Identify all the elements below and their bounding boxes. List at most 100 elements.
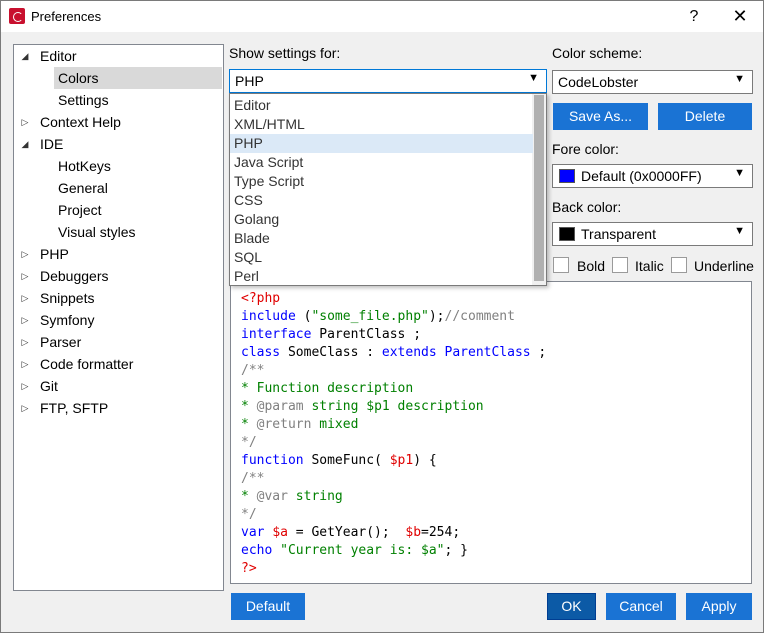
close-button[interactable]: ✕ bbox=[717, 1, 763, 32]
collapsed-arrow-icon[interactable]: ▷ bbox=[18, 243, 32, 265]
show-settings-dropdown-list[interactable]: Editor XML/HTML PHP Java Script Type Script C… bbox=[229, 93, 547, 286]
dropdown-option[interactable]: Type Script bbox=[230, 172, 533, 191]
dropdown-scrollbar[interactable] bbox=[532, 94, 546, 285]
dropdown-option[interactable]: Java Script bbox=[230, 153, 533, 172]
code-token: "some_file.php" bbox=[311, 309, 429, 324]
tree-item-label: FTP, SFTP bbox=[40, 400, 109, 416]
show-settings-for-value: PHP bbox=[235, 73, 264, 89]
cancel-button[interactable]: Cancel bbox=[606, 593, 676, 620]
code-preview[interactable]: <?php include ("some_file.php");//comment… bbox=[230, 281, 752, 584]
bold-checkbox[interactable] bbox=[553, 257, 569, 273]
bold-label: Bold bbox=[577, 258, 606, 274]
collapsed-arrow-icon[interactable]: ▷ bbox=[18, 397, 32, 419]
code-token: $a bbox=[272, 525, 288, 540]
window-title: Preferences bbox=[31, 9, 102, 24]
tree-item-label: Colors bbox=[58, 70, 99, 86]
back-color-value: Transparent bbox=[581, 226, 656, 242]
code-token: interface bbox=[241, 327, 312, 342]
tree-item-label: Git bbox=[40, 378, 58, 394]
code-token: ParentClass bbox=[444, 345, 531, 360]
code-token: * bbox=[241, 417, 257, 432]
color-scheme-select[interactable]: CodeLobster ▼ bbox=[552, 70, 753, 94]
collapsed-arrow-icon[interactable]: ▷ bbox=[18, 309, 32, 331]
dropdown-option[interactable]: Perl bbox=[230, 267, 533, 285]
save-as-button[interactable]: Save As... bbox=[553, 103, 648, 130]
collapsed-arrow-icon[interactable]: ▷ bbox=[18, 265, 32, 287]
code-line: class SomeClass : extends ParentClass ; bbox=[241, 344, 546, 362]
code-token: $b bbox=[405, 525, 422, 540]
color-scheme-label: Color scheme: bbox=[552, 45, 643, 61]
fore-color-swatch bbox=[559, 169, 575, 183]
italic-checkbox[interactable] bbox=[612, 257, 628, 273]
tree-item-label: Symfony bbox=[40, 312, 95, 328]
code-token: ); bbox=[428, 309, 445, 324]
collapsed-arrow-icon[interactable]: ▷ bbox=[18, 111, 32, 133]
collapsed-arrow-icon[interactable]: ▷ bbox=[18, 331, 32, 353]
dropdown-scrollbar-thumb[interactable] bbox=[534, 95, 544, 281]
settings-tree[interactable]: ◢ Editor Colors Settings ▷ Context Help ◢ IDE Ho… bbox=[13, 44, 224, 591]
collapsed-arrow-icon[interactable]: ▷ bbox=[18, 375, 32, 397]
code-token: //comment bbox=[444, 309, 515, 324]
dropdown-option[interactable]: XML/HTML bbox=[230, 115, 533, 134]
code-line: /** bbox=[241, 362, 264, 380]
tree-item-label: Context Help bbox=[40, 114, 121, 130]
apply-button[interactable]: Apply bbox=[686, 593, 752, 620]
fore-color-label: Fore color: bbox=[552, 141, 619, 157]
code-token: */ bbox=[241, 435, 257, 450]
delete-button[interactable]: Delete bbox=[658, 103, 752, 130]
tree-item-label: Snippets bbox=[40, 290, 95, 306]
code-token: @return bbox=[256, 417, 312, 432]
dropdown-option[interactable]: SQL bbox=[230, 248, 533, 267]
code-token: =254; bbox=[421, 525, 461, 540]
back-color-label: Back color: bbox=[552, 199, 622, 215]
tree-item-label: Visual styles bbox=[58, 224, 136, 240]
dropdown-arrow-icon: ▼ bbox=[734, 225, 745, 237]
default-button[interactable]: Default bbox=[231, 593, 305, 620]
collapsed-arrow-icon[interactable]: ▷ bbox=[18, 353, 32, 375]
code-token: SomeFunc( bbox=[303, 453, 390, 468]
code-token: $p1 bbox=[389, 453, 414, 468]
code-token: string bbox=[287, 489, 343, 504]
show-settings-for-label: Show settings for: bbox=[229, 45, 341, 61]
dropdown-option[interactable]: Golang bbox=[230, 210, 533, 229]
underline-checkbox[interactable] bbox=[671, 257, 687, 273]
code-line: * @var string bbox=[241, 488, 343, 506]
code-token: SomeClass : bbox=[280, 345, 382, 360]
show-settings-for-select[interactable]: PHP ▼ bbox=[229, 69, 547, 93]
code-token: ?> bbox=[241, 561, 257, 576]
expanded-arrow-icon[interactable]: ◢ bbox=[18, 45, 32, 67]
code-line: echo "Current year is: $a"; } bbox=[241, 542, 468, 560]
collapsed-arrow-icon[interactable]: ▷ bbox=[18, 287, 32, 309]
dropdown-option[interactable]: Blade bbox=[230, 229, 533, 248]
expanded-arrow-icon[interactable]: ◢ bbox=[18, 133, 32, 155]
back-color-select[interactable]: Transparent ▼ bbox=[552, 222, 753, 246]
code-token: /** bbox=[241, 471, 265, 486]
back-color-swatch bbox=[559, 227, 575, 241]
code-token: ) { bbox=[413, 453, 437, 468]
code-token: * bbox=[241, 399, 257, 414]
dropdown-arrow-icon: ▼ bbox=[734, 167, 745, 179]
code-token: mixed bbox=[311, 417, 359, 432]
code-line: var $a = GetYear(); $b=254; bbox=[241, 524, 460, 542]
dropdown-arrow-icon: ▼ bbox=[734, 73, 745, 85]
tree-item-label: IDE bbox=[40, 136, 64, 152]
ok-button[interactable]: OK bbox=[547, 593, 596, 620]
underline-label: Underline bbox=[694, 258, 754, 274]
code-token: ParentClass ; bbox=[311, 327, 422, 342]
code-token: include bbox=[241, 309, 296, 324]
code-line: * @param string $p1 description bbox=[241, 398, 484, 416]
code-token: function bbox=[241, 453, 304, 468]
dropdown-option[interactable]: PHP bbox=[230, 134, 533, 153]
code-line: function SomeFunc( $p1) { bbox=[241, 452, 437, 470]
tree-item-label: General bbox=[58, 180, 108, 196]
code-token: echo bbox=[241, 543, 273, 558]
dropdown-option[interactable]: CSS bbox=[230, 191, 533, 210]
fore-color-select[interactable]: Default (0x0000FF) ▼ bbox=[552, 164, 753, 188]
code-token: ; bbox=[530, 345, 547, 360]
tree-item-label: Project bbox=[58, 202, 102, 218]
help-button[interactable]: ? bbox=[671, 1, 717, 32]
dropdown-option[interactable]: Editor bbox=[230, 96, 533, 115]
code-line: /** bbox=[241, 470, 264, 488]
code-token: ; } bbox=[444, 543, 468, 558]
preferences-window: Preferences ? ✕ ◢ Editor Colors Settings ▷ Co… bbox=[0, 0, 764, 633]
